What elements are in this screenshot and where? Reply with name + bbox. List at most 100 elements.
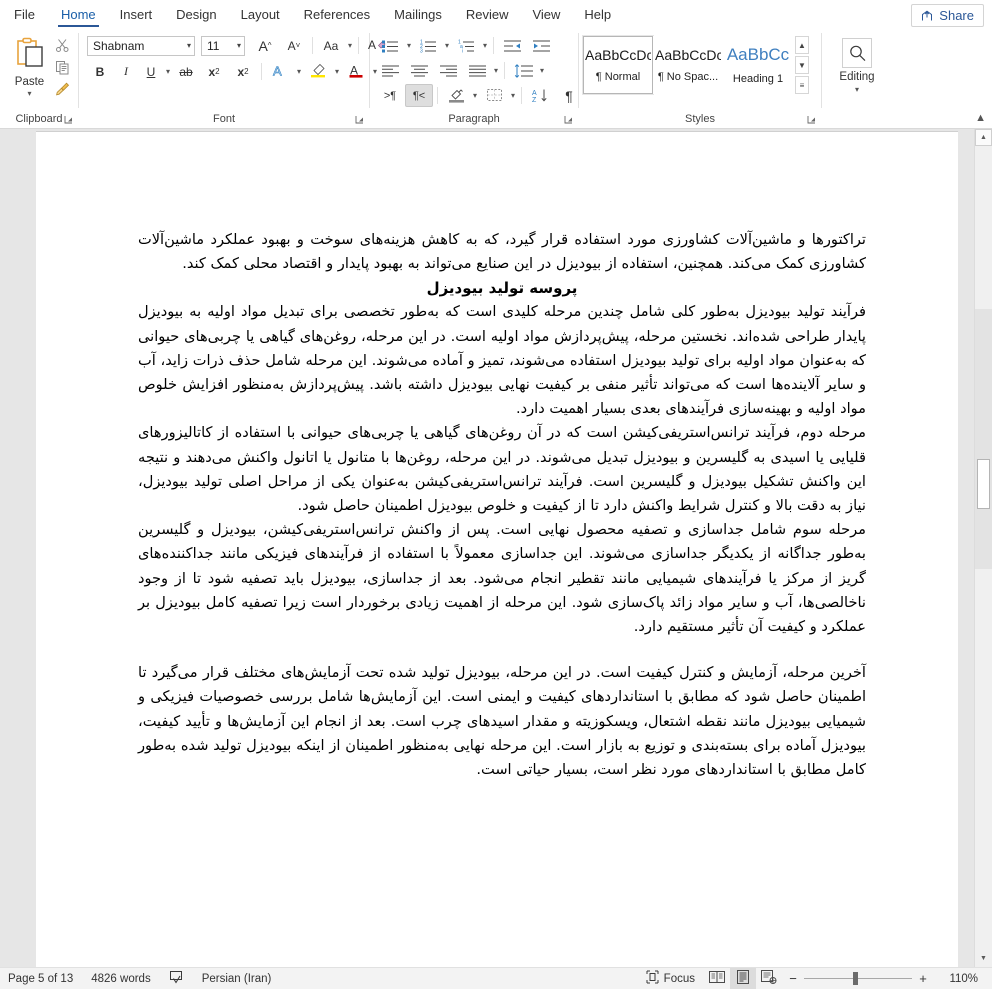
- zoom-out-button[interactable]: −: [782, 971, 804, 986]
- collapse-ribbon-button[interactable]: ▲: [975, 112, 986, 124]
- tab-design[interactable]: Design: [164, 0, 228, 29]
- page-scroll-viewport[interactable]: تراکتورها و ماشین‌آلات کشاورزی مورد استف…: [0, 129, 974, 967]
- style-item-no-spacing[interactable]: AaBbCcDc ¶ No Spac...: [653, 36, 723, 94]
- shading-button[interactable]: [442, 84, 470, 107]
- cut-button[interactable]: [51, 37, 73, 58]
- editing-chevron-down-icon[interactable]: ▾: [855, 85, 859, 94]
- align-right-button[interactable]: [434, 59, 462, 82]
- tab-view[interactable]: View: [520, 0, 572, 29]
- tab-references[interactable]: References: [292, 0, 382, 29]
- font-name-combo[interactable]: Shabnam ▾: [87, 35, 195, 56]
- paragraph-3[interactable]: مرحله دوم، فرآیند ترانس‌استریفی‌کیشن است…: [138, 421, 866, 518]
- font-dialog-launcher-icon[interactable]: [354, 113, 365, 124]
- zoom-in-button[interactable]: +: [912, 971, 934, 986]
- strikethrough-button[interactable]: ab: [173, 60, 199, 83]
- text-highlight-button[interactable]: [304, 60, 332, 83]
- shading-chevron-down-icon[interactable]: ▾: [471, 85, 479, 106]
- text-effects-chevron-down-icon[interactable]: ▾: [295, 61, 303, 82]
- document-page[interactable]: تراکتورها و ماشین‌آلات کشاورزی مورد استف…: [36, 131, 958, 967]
- tab-home[interactable]: Home: [49, 0, 108, 29]
- heading-biodiesel-production-process[interactable]: پروسه تولید بیودیزل: [138, 276, 866, 300]
- increase-indent-button[interactable]: [527, 34, 555, 57]
- bold-button[interactable]: B: [87, 60, 113, 83]
- justify-chevron-down-icon[interactable]: ▾: [492, 60, 500, 81]
- borders-button[interactable]: [480, 84, 508, 107]
- document-body[interactable]: تراکتورها و ماشین‌آلات کشاورزی مورد استف…: [138, 228, 866, 782]
- style-item-heading-1[interactable]: AaBbCc Heading 1: [723, 36, 793, 94]
- line-spacing-button[interactable]: [509, 59, 537, 82]
- page-number-status[interactable]: Page 5 of 13: [0, 968, 82, 989]
- ltr-text-direction-button[interactable]: >¶: [376, 84, 404, 107]
- paste-chevron-down-icon[interactable]: ▾: [27, 89, 31, 98]
- style-item-normal[interactable]: AaBbCcDc ¶ Normal: [582, 35, 654, 95]
- copy-button[interactable]: [51, 59, 73, 80]
- shrink-font-button[interactable]: A ˅: [280, 34, 308, 57]
- tab-layout[interactable]: Layout: [229, 0, 292, 29]
- share-button[interactable]: Share: [911, 4, 984, 27]
- numbering-chevron-down-icon[interactable]: ▾: [443, 35, 451, 56]
- highlight-chevron-down-icon[interactable]: ▾: [333, 61, 341, 82]
- styles-dialog-launcher-icon[interactable]: [806, 113, 817, 124]
- format-painter-button[interactable]: [51, 81, 73, 102]
- multilevel-chevron-down-icon[interactable]: ▾: [481, 35, 489, 56]
- styles-scroll-up-icon[interactable]: ▲: [795, 36, 809, 54]
- read-mode-button[interactable]: [704, 968, 730, 989]
- tab-insert[interactable]: Insert: [108, 0, 165, 29]
- tab-help[interactable]: Help: [572, 0, 623, 29]
- font-size-combo[interactable]: 11 ▾: [201, 35, 245, 56]
- scrollbar-thumb[interactable]: [977, 459, 990, 509]
- styles-scroll-down-icon[interactable]: ▼: [795, 56, 809, 74]
- clipboard-dialog-launcher-icon[interactable]: [63, 113, 74, 124]
- paragraph-dialog-launcher-icon[interactable]: [563, 113, 574, 124]
- tab-file[interactable]: File: [0, 0, 49, 29]
- print-layout-button[interactable]: [730, 968, 756, 989]
- underline-chevron-down-icon[interactable]: ▾: [164, 61, 172, 82]
- paragraph-2[interactable]: فرآیند تولید بیودیزل به‌طور کلی شامل چند…: [138, 300, 866, 421]
- italic-button[interactable]: I: [114, 60, 138, 83]
- change-case-button[interactable]: Aa: [317, 34, 345, 57]
- justify-button[interactable]: [463, 59, 491, 82]
- numbering-button[interactable]: 123: [414, 34, 442, 57]
- rtl-text-direction-button[interactable]: ¶<: [405, 84, 433, 107]
- proofing-status[interactable]: [160, 968, 193, 989]
- scrollbar-track[interactable]: [975, 309, 992, 569]
- paragraph-group-label: Paragraph: [448, 113, 500, 125]
- paragraph-5[interactable]: آخرین مرحله، آزمایش و کنترل کیفیت است. د…: [138, 661, 866, 782]
- subscript-button[interactable]: x2: [200, 60, 228, 83]
- bullets-chevron-down-icon[interactable]: ▾: [405, 35, 413, 56]
- bullets-button[interactable]: [376, 34, 404, 57]
- font-color-button[interactable]: A: [342, 60, 370, 83]
- web-layout-button[interactable]: [756, 968, 782, 989]
- focus-mode-button[interactable]: Focus: [637, 968, 704, 989]
- paragraph-1[interactable]: تراکتورها و ماشین‌آلات کشاورزی مورد استف…: [138, 228, 866, 276]
- paste-button[interactable]: Paste ▾: [8, 34, 51, 98]
- zoom-level-button[interactable]: 110%: [934, 973, 986, 985]
- change-case-chevron-down-icon[interactable]: ▾: [346, 35, 354, 56]
- word-count-status[interactable]: 4826 words: [82, 968, 159, 989]
- align-center-button[interactable]: [405, 59, 433, 82]
- text-effects-button[interactable]: A: [266, 60, 294, 83]
- multilevel-list-button[interactable]: 1ai: [452, 34, 480, 57]
- word-window: File Home Insert Design Layout Reference…: [0, 0, 992, 989]
- underline-button[interactable]: U: [139, 60, 163, 83]
- line-spacing-chevron-down-icon[interactable]: ▾: [538, 60, 546, 81]
- paragraph-4[interactable]: مرحله سوم شامل جداسازی و تصفیه محصول نها…: [138, 518, 866, 639]
- editing-button[interactable]: Editing ▾: [828, 34, 886, 94]
- tab-mailings[interactable]: Mailings: [382, 0, 454, 29]
- superscript-label: x: [237, 64, 245, 79]
- grow-font-button[interactable]: A ^: [251, 34, 279, 57]
- scroll-up-arrow-icon[interactable]: ▲: [975, 129, 992, 146]
- copy-icon: [55, 60, 70, 80]
- vertical-scrollbar[interactable]: ▲ ▼: [974, 129, 992, 967]
- scroll-down-arrow-icon[interactable]: ▼: [975, 950, 992, 967]
- align-left-button[interactable]: [376, 59, 404, 82]
- borders-chevron-down-icon[interactable]: ▾: [509, 85, 517, 106]
- superscript-button[interactable]: x2: [229, 60, 257, 83]
- styles-more-icon[interactable]: ≡: [795, 76, 809, 94]
- decrease-indent-button[interactable]: [498, 34, 526, 57]
- zoom-slider-handle[interactable]: [853, 972, 858, 985]
- tab-review[interactable]: Review: [454, 0, 521, 29]
- language-status[interactable]: Persian (Iran): [193, 968, 281, 989]
- zoom-slider[interactable]: [804, 968, 912, 989]
- sort-button[interactable]: AZ: [526, 84, 554, 107]
